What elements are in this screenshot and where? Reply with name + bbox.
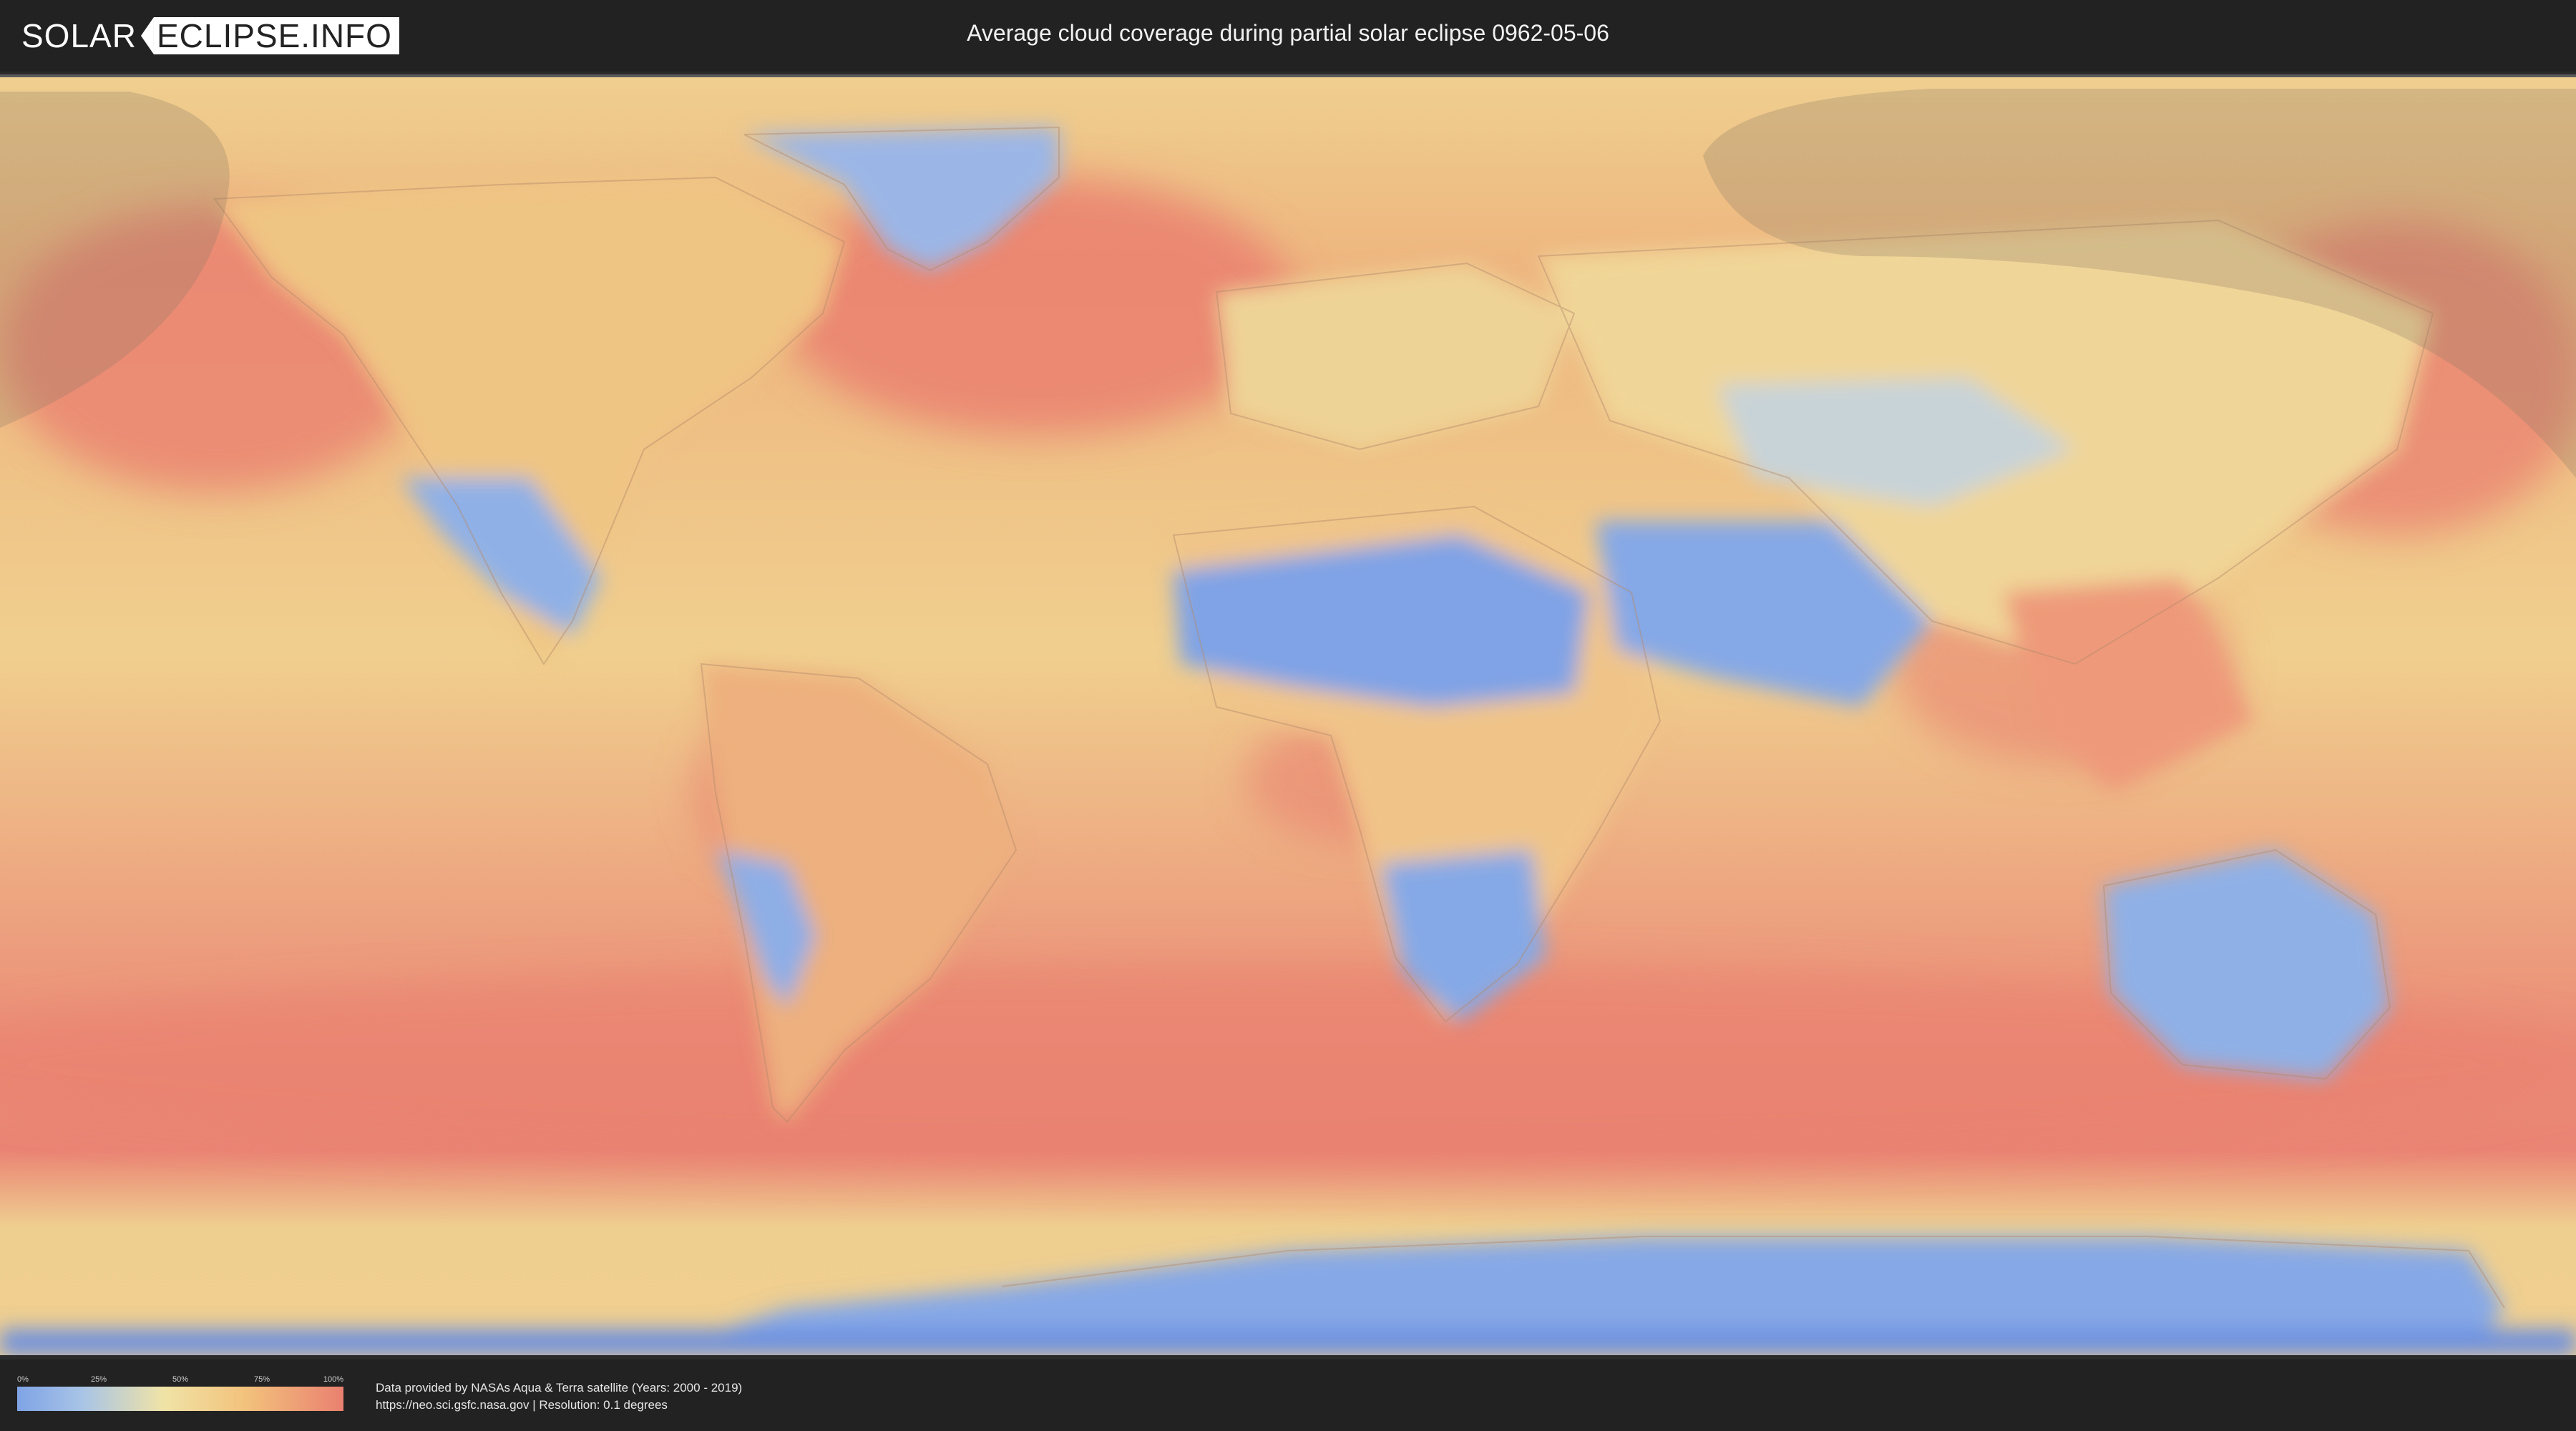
- legend-color-bar: [17, 1387, 343, 1411]
- credit-line: Data provided by NASAs Aqua & Terra sate…: [376, 1381, 743, 1395]
- cloud-coverage-legend: 0% 25% 50% 75% 100%: [17, 1375, 343, 1411]
- eclipse-cloud-map-page: SOLAR ECLIPSE.INFO Average cloud coverag…: [0, 0, 2576, 1431]
- legend-tick-label: 0%: [17, 1375, 29, 1384]
- legend-tick-labels: 0% 25% 50% 75% 100%: [17, 1375, 343, 1387]
- header-bar: SOLAR ECLIPSE.INFO Average cloud coverag…: [0, 0, 2576, 72]
- cloud-coverage-map[interactable]: [0, 74, 2576, 1355]
- legend-tick-label: 25%: [90, 1375, 107, 1384]
- page-title: Average cloud coverage during partial so…: [967, 20, 1609, 46]
- legend-tick-label: 50%: [172, 1375, 189, 1384]
- legend-tick-label: 100%: [323, 1375, 343, 1384]
- legend-tick-label: 75%: [253, 1375, 270, 1384]
- world-map-svg: [0, 77, 2576, 1355]
- footer-bar: 0% 25% 50% 75% 100% Data provided by NASAs A…: [0, 1359, 2576, 1431]
- data-credits: Data provided by NASAs Aqua & Terra sate…: [376, 1379, 742, 1414]
- source-line[interactable]: https://neo.sci.gsfc.nasa.gov | Resoluti…: [376, 1397, 742, 1414]
